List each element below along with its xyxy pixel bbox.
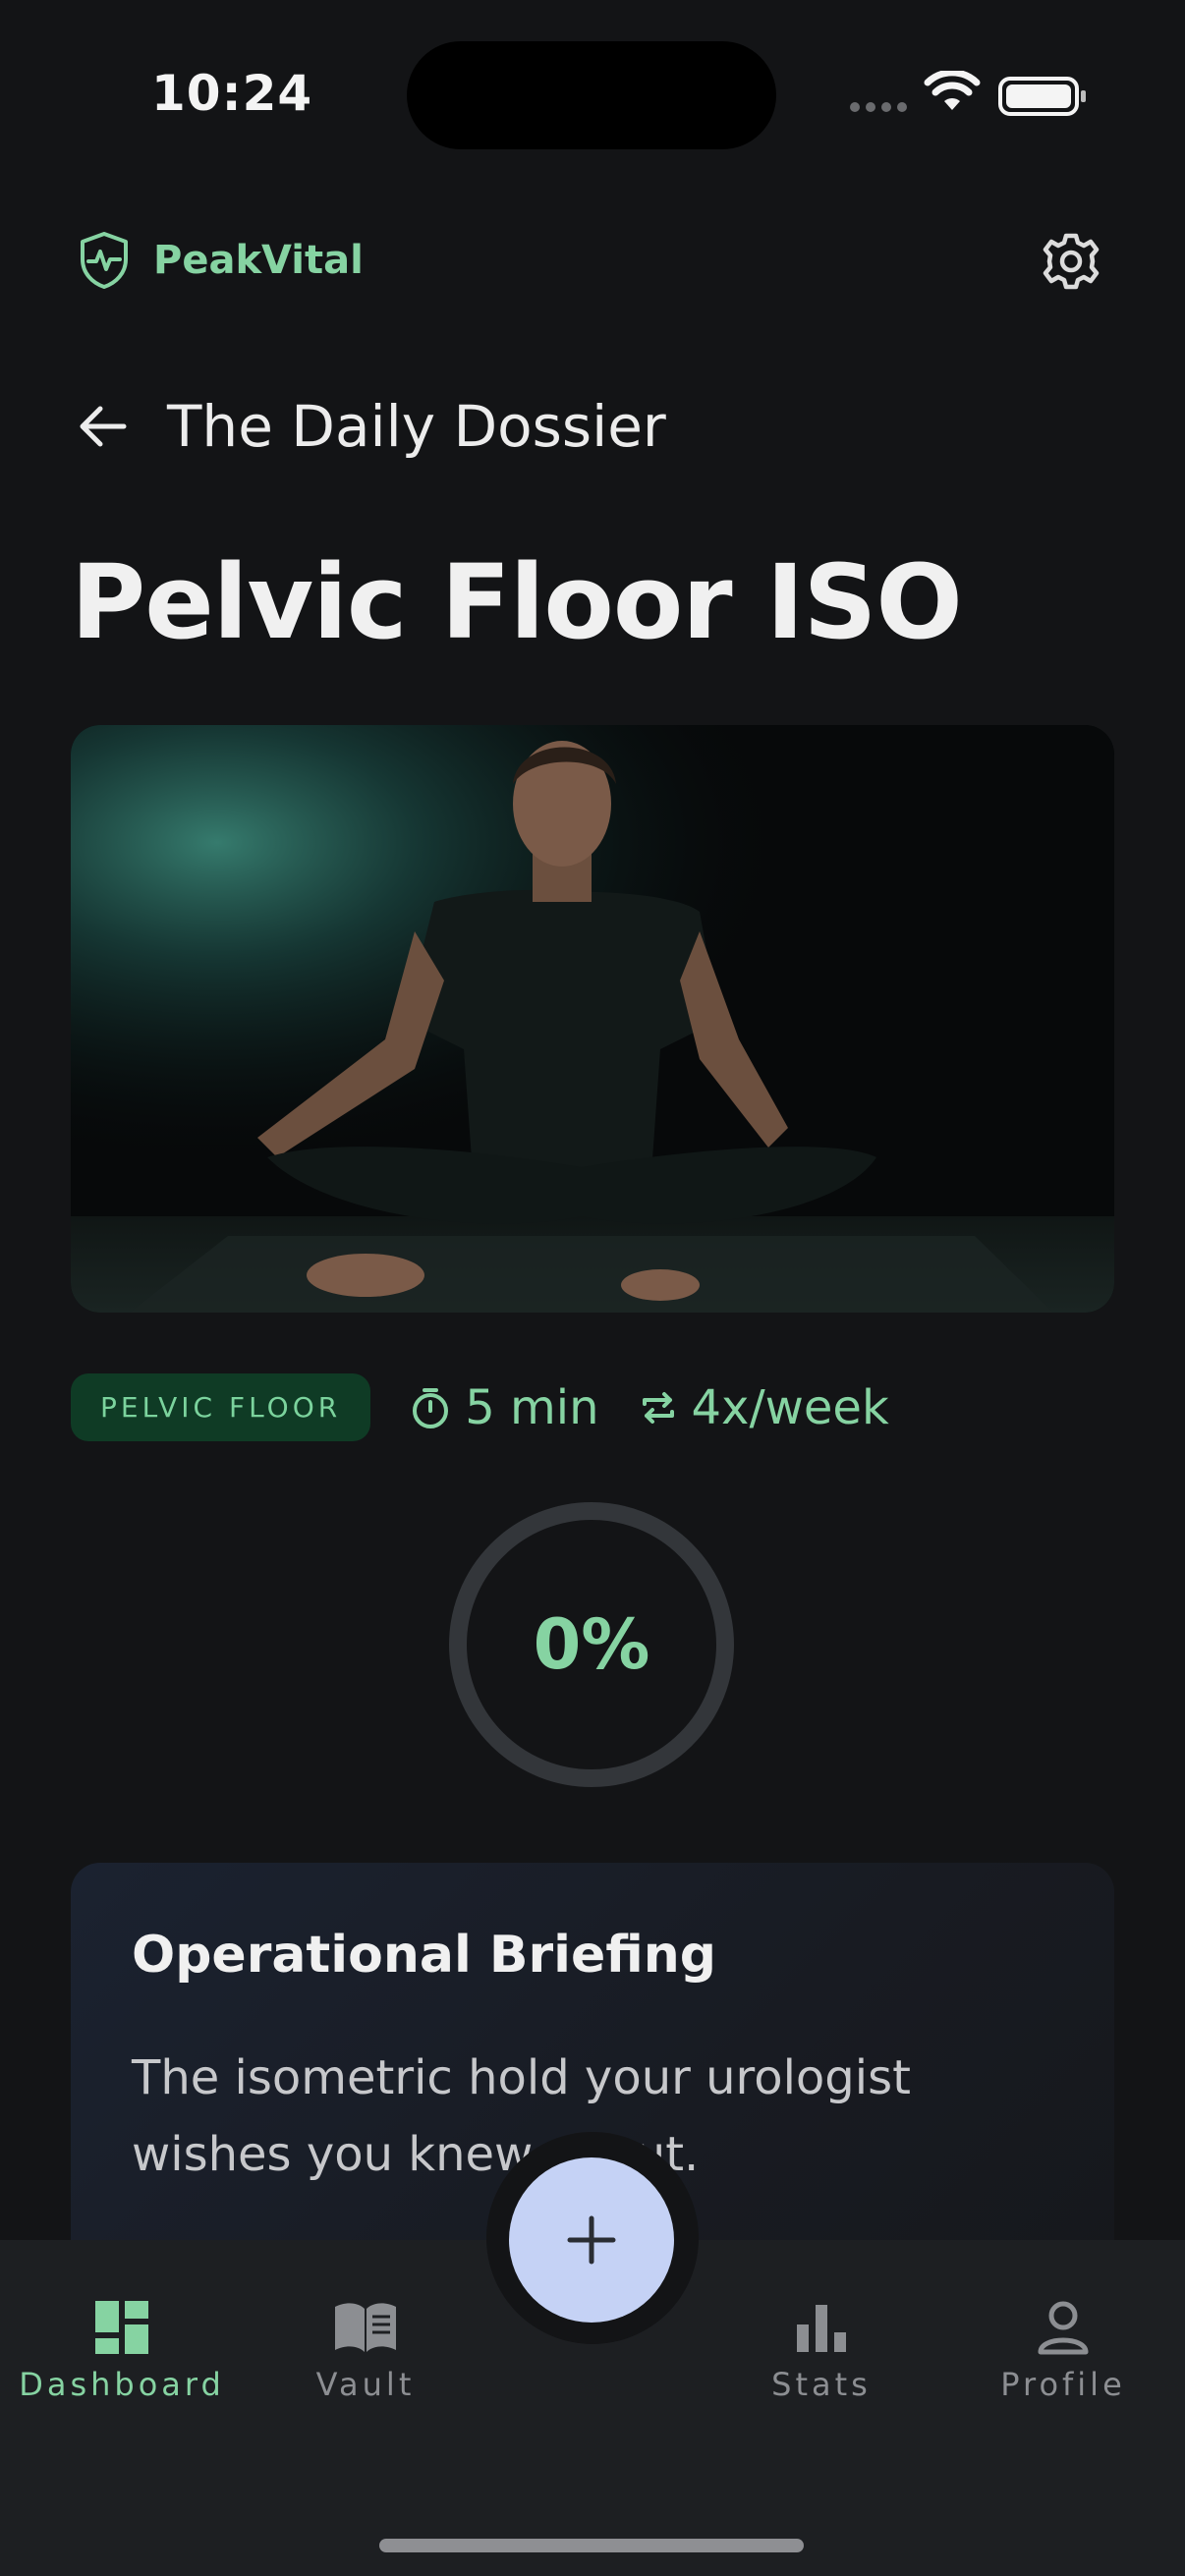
shield-pulse-icon [81,232,128,289]
book-icon [335,2303,396,2352]
nav-vault[interactable]: Vault [248,2299,483,2403]
stopwatch-icon [413,1387,449,1428]
exercise-hero-image [71,725,1114,1313]
status-bar: 10:24 [0,0,1185,196]
home-indicator [379,2539,804,2552]
arrow-left-icon[interactable] [77,405,128,448]
battery-icon [998,77,1086,116]
add-button[interactable] [509,2157,674,2323]
bar-chart-icon [797,2305,846,2352]
nav-dashboard[interactable]: Dashboard [4,2299,240,2403]
category-badge: PELVIC FLOOR [71,1373,371,1441]
brand-name: PeakVital [153,238,364,283]
plus-icon[interactable] [564,2212,619,2268]
back-navigation[interactable]: The Daily Dossier [77,393,666,460]
nav-label-vault: Vault [315,2366,416,2403]
nav-label-dashboard: Dashboard [19,2366,225,2403]
nav-stats[interactable]: Stats [704,2299,939,2403]
frequency: 4x/week [639,1380,889,1435]
dashboard-icon [95,2301,148,2354]
cellular-signal-icon [850,102,907,112]
duration-text: 5 min [465,1379,599,1435]
section-title: The Daily Dossier [167,393,666,460]
dynamic-island [407,41,776,149]
duration: 5 min [410,1379,599,1435]
repeat-icon [642,1391,674,1424]
nav-profile[interactable]: Profile [945,2299,1181,2403]
progress-percent: 0% [533,1604,650,1685]
status-time: 10:24 [151,65,313,122]
wifi-icon [924,71,981,110]
exercise-title: Pelvic Floor ISO [71,542,963,662]
nav-label-stats: Stats [771,2366,872,2403]
frequency-text: 4x/week [691,1379,889,1435]
person-icon [1038,2301,1089,2355]
nav-label-profile: Profile [1000,2366,1126,2403]
settings-gear-icon[interactable] [1040,230,1102,293]
exercise-meta: PELVIC FLOOR 5 min 4x/week [71,1373,889,1441]
app-brand: PeakVital [77,230,364,291]
progress-ring: 0% [444,1497,739,1792]
briefing-title: Operational Briefing [132,1926,717,1985]
